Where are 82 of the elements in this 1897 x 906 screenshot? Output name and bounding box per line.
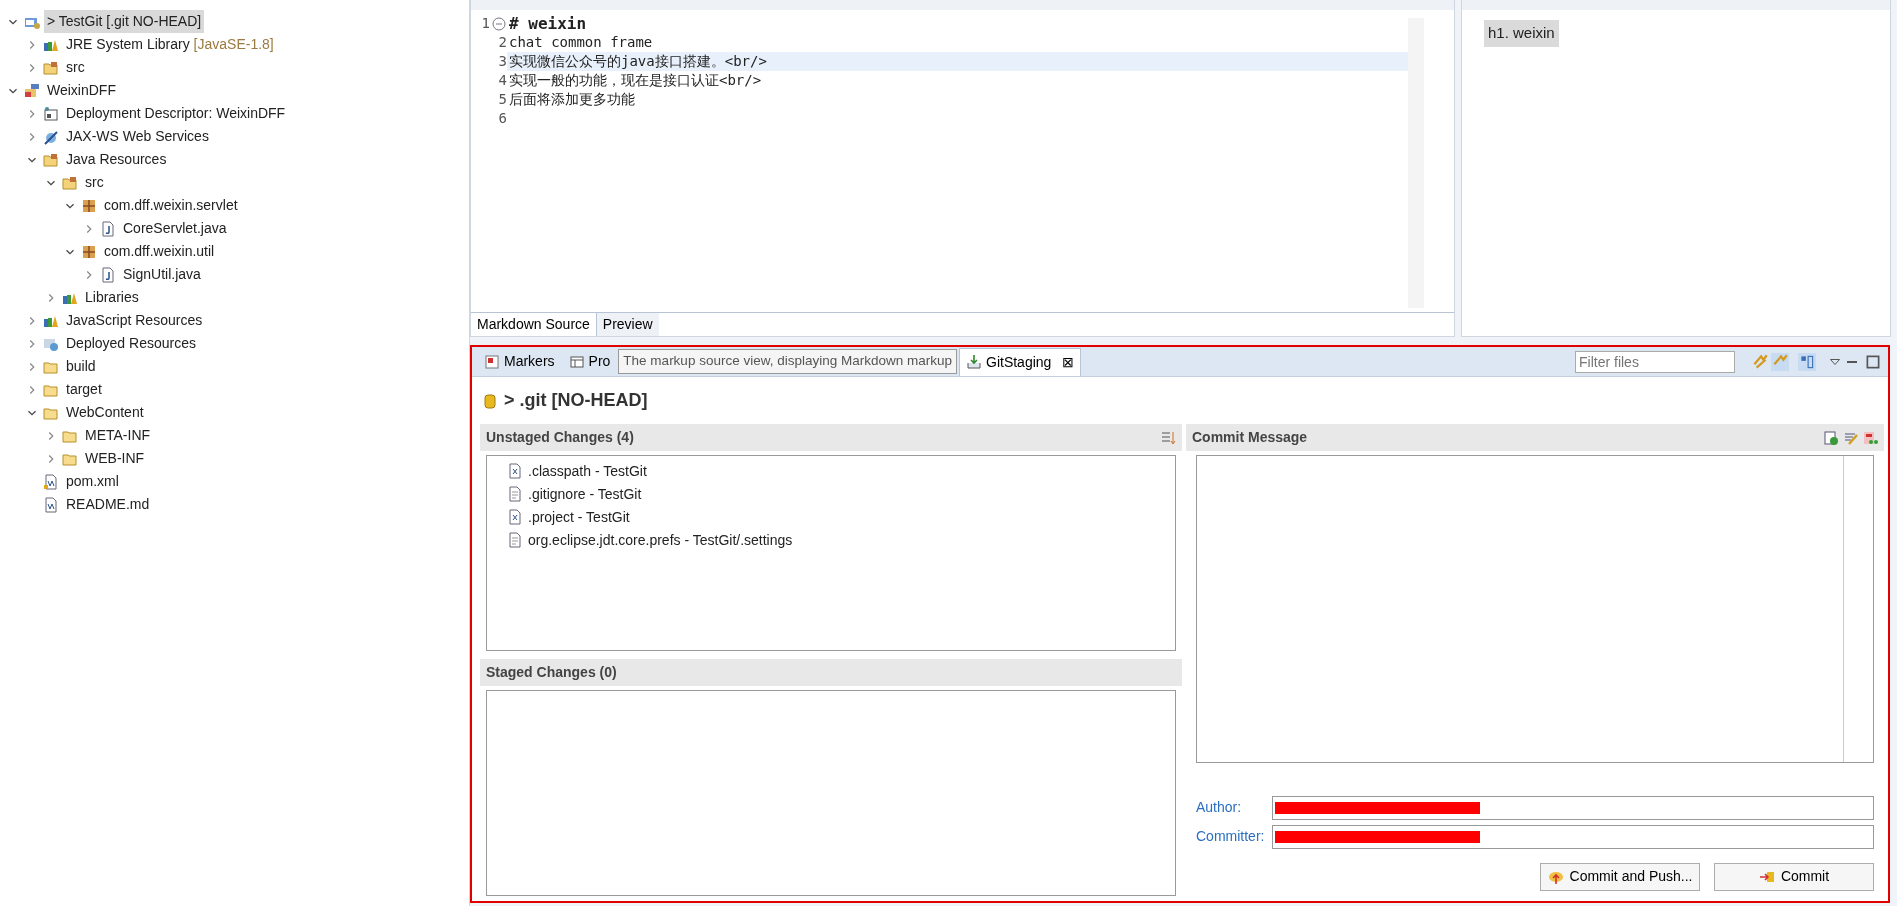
document-icon [43,496,59,513]
file-icon [507,532,523,548]
view-tab[interactable]: Pro [562,348,617,375]
tree-item[interactable]: WeixinDFF [44,79,119,102]
tree-item[interactable]: META-INF [82,424,154,447]
commit-button[interactable]: Commit [1714,862,1874,891]
tree-item[interactable]: WebContent [63,401,147,424]
section-title: Commit Message [1192,428,1308,447]
markers-icon [484,353,500,370]
tree-item[interactable]: build [63,355,99,378]
web-project-icon [24,82,40,99]
descriptor-icon [43,105,59,122]
minimize-icon[interactable] [1847,360,1857,363]
tree-item[interactable]: SignUtil.java [120,263,204,286]
change-id-icon [1862,429,1878,446]
filter-field[interactable]: Filter files [1575,350,1735,373]
layout-icon [1798,352,1816,371]
package-folder-icon [62,174,78,191]
tree-item[interactable]: JAX-WS Web Services [63,125,212,148]
line-number: 6 [498,109,507,128]
xml-file-icon [43,473,59,490]
committer-field[interactable] [1272,824,1874,849]
outline-item[interactable]: h1. weixin [1484,20,1559,47]
tree-item[interactable]: pom.xml [63,470,122,493]
line-number: 5 [498,90,507,109]
file-item[interactable]: .classpath - TestGit [528,460,647,482]
section-title: Staged Changes (0) [486,663,617,682]
editor-tab[interactable]: Preview [596,313,659,336]
tray-arrow-icon [966,354,982,370]
tree-item[interactable]: CoreServlet.java [120,217,230,240]
file-item[interactable]: .gitignore - TestGit [528,483,642,505]
tree-item[interactable]: Deployed Resources [63,332,199,355]
code-line: chat common frame [509,33,653,52]
tree-item[interactable]: Deployment Descriptor: WeixinDFF [63,102,289,125]
field-label: Author: [1196,798,1243,817]
package-icon [81,243,97,260]
tree-item[interactable]: WEB-INF [82,447,148,470]
package-icon [81,197,97,214]
repository-icon [482,392,498,409]
fold-icon [491,15,507,32]
signed-off-icon [1823,429,1839,446]
tree-item[interactable]: Libraries [82,286,142,309]
view-menu-icon[interactable] [1830,358,1840,365]
tree-item[interactable]: JavaScript Resources [63,309,206,332]
close-button[interactable]: ⊠ [1062,351,1075,373]
line-number: 2 [498,33,507,52]
tree-item[interactable]: src [82,171,107,194]
view-tab[interactable]: GitStaging ⊠ [959,347,1082,376]
table-icon [568,353,585,370]
field-label: Committer: [1196,827,1266,846]
section-title: Unstaged Changes (4) [486,428,634,447]
package-folder-icon [43,151,59,168]
code-line: 实现一般的功能，现在是接口认证<br/> [509,71,762,90]
file-icon [507,486,523,502]
java-file-icon [100,266,116,283]
tree-item[interactable]: target [63,378,105,401]
line-number: 4 [498,71,507,90]
author-field[interactable] [1272,795,1874,820]
tree-item[interactable]: README.md [63,493,153,516]
java-file-icon [100,220,116,237]
file-item[interactable]: .project - TestGit [528,506,630,528]
commit-message-field[interactable] [1196,455,1874,763]
tree-item[interactable]: Java Resources [63,148,170,171]
unknown-file-icon [507,509,523,525]
code-line: # weixin [509,14,587,33]
view-tab[interactable]: Markers [478,348,561,375]
line-number: 3 [498,52,507,71]
tree-item[interactable]: JRE System Library [JavaSE-1.8] [63,33,277,56]
line-number: 1 [481,14,490,33]
package-folder-icon [43,59,59,76]
commit-and-push-button[interactable]: Commit and Push... [1540,862,1700,891]
sort-list-icon [1160,429,1176,446]
tree-item[interactable]: com.dff.weixin.util [101,240,218,263]
repository-title: > .git [NO-HEAD] [504,389,648,412]
tooltip: The markup source view, displaying Markdown markup [618,349,957,374]
code-line: 实现微信公众号的java接口搭建。<br/> [509,52,767,71]
tree-item[interactable]: src [63,56,88,79]
unknown-file-icon [507,463,523,479]
tree-item[interactable]: > TestGit [.git NO-HEAD] [44,10,205,33]
tree-item[interactable]: com.dff.weixin.servlet [101,194,241,217]
file-item[interactable]: org.eclipse.jdt.core.prefs - TestGit/.settings [528,529,793,551]
code-line: 后面将添加更多功能 [509,90,635,109]
